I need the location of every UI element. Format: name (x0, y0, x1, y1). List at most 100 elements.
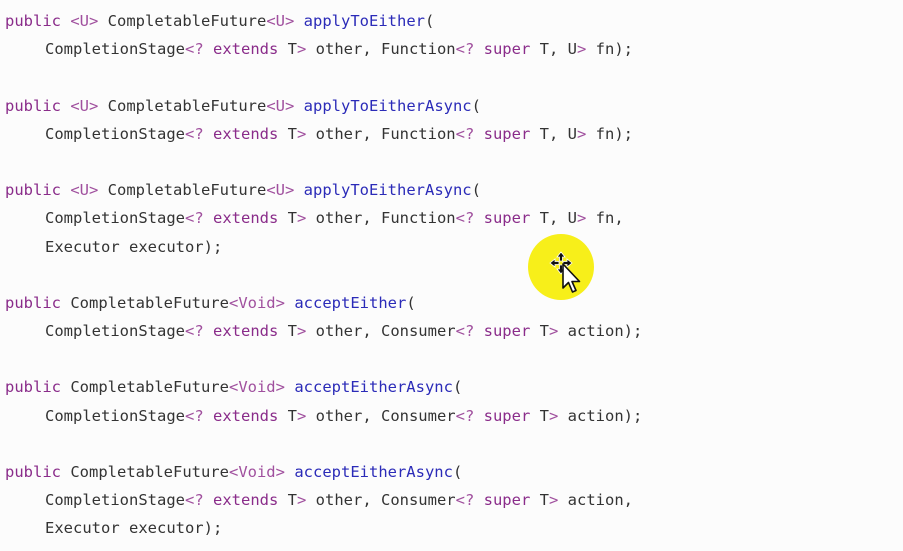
code-text: other, Function (306, 40, 456, 59)
code-type-param: <? (455, 491, 475, 510)
code-type-param: > (296, 406, 307, 425)
code-line-params: CompletionStage<? extends T> other, Cons… (5, 486, 903, 514)
code-text: CompletionStage (45, 491, 185, 510)
code-line-params: CompletionStage<? extends T> other, Cons… (5, 402, 903, 430)
code-keyword: extends (203, 124, 279, 143)
code-keyword: extends (203, 209, 279, 228)
code-text: CompletionStage (45, 40, 185, 59)
code-text: CompletionStage (45, 322, 185, 341)
code-text: T (278, 406, 297, 425)
code-line-params: CompletionStage<? extends T> other, Cons… (5, 317, 903, 345)
code-text: fn); (586, 40, 633, 59)
code-type-param: <Void> (228, 463, 285, 481)
code-text: other, Consumer (306, 406, 456, 425)
code-text: ( (471, 96, 481, 115)
code-type-param: <? (455, 209, 475, 228)
code-type-param: <? (455, 40, 475, 59)
code-line-signature: public <U> CompletableFuture<U> applyToE… (5, 7, 903, 35)
code-text: CompletionStage (45, 406, 185, 425)
code-method-name: applyToEitherAsync (303, 181, 472, 200)
code-type-param: <? (184, 491, 204, 510)
code-text: other, Function (306, 209, 456, 228)
code-text: ( (452, 463, 463, 481)
code-keyword: super (474, 40, 531, 59)
code-keyword: extends (203, 40, 279, 59)
code-text: T (278, 322, 297, 341)
code-method-name: acceptEitherAsync (294, 463, 453, 481)
code-keyword: public (5, 181, 61, 200)
move-cursor-icon (549, 251, 581, 293)
code-text: ( (471, 181, 481, 200)
code-line-params: Executor executor); (5, 514, 903, 542)
code-text: T (278, 491, 297, 510)
code-method-name: applyToEitherAsync (303, 96, 472, 115)
code-type-param: <U> (266, 181, 295, 200)
code-line-signature: public <U> CompletableFuture<U> applyToE… (5, 176, 903, 204)
code-type-param: > (296, 209, 307, 228)
code-text: CompletableFuture (61, 378, 229, 397)
code-type-param: <? (455, 406, 475, 425)
code-type-param: <U> (70, 96, 99, 115)
code-type-param: > (296, 124, 307, 143)
code-listing: public <U> CompletableFuture <U> applyToE… (5, 7, 903, 543)
code-type-param: <? (184, 209, 204, 228)
code-text: T (530, 322, 549, 341)
code-keyword: super (474, 209, 531, 228)
code-type-param: > (296, 40, 307, 59)
code-text: CompletableFuture (61, 293, 229, 312)
code-text: T (278, 209, 297, 228)
code-text: CompletionStage (45, 124, 185, 143)
code-keyword: public (5, 12, 61, 30)
code-line-signature: public CompletableFuture<Void> acceptEit… (5, 373, 903, 401)
code-keyword: public (5, 378, 61, 397)
code-text: fn); (586, 124, 633, 143)
code-keyword: super (474, 491, 531, 510)
code-text: action, (558, 491, 633, 510)
code-line-signature: public <U> CompletableFuture<U> applyToE… (5, 92, 903, 120)
code-text: T (530, 406, 549, 425)
code-text: T (278, 40, 297, 59)
code-text: T (278, 124, 297, 143)
code-type-param: <Void> (228, 293, 285, 312)
code-type-param: > (576, 40, 587, 59)
code-method-name: applyToEither (303, 12, 425, 30)
code-type-param: <? (455, 322, 475, 341)
code-text: fn, (586, 209, 624, 228)
code-text: Executor executor); (45, 237, 223, 256)
code-type-param: > (548, 322, 559, 341)
code-line-params: CompletionStage<? extends T> other, Func… (5, 204, 903, 232)
code-type-param: > (548, 406, 559, 425)
code-line-signature: public CompletableFuture<Void> acceptEit… (5, 458, 903, 486)
code-text: action); (558, 322, 643, 341)
code-keyword: public (5, 96, 61, 115)
code-text: other, Consumer (306, 322, 456, 341)
code-line-signature: public CompletableFuture<Void> acceptEit… (5, 289, 903, 317)
code-line-params: Executor executor); (5, 233, 903, 261)
code-line-params: CompletionStage<? extends T> other, Func… (5, 35, 903, 63)
code-text: ( (425, 12, 435, 30)
code-type-param: <? (184, 322, 204, 341)
code-keyword: extends (203, 406, 279, 425)
code-text: T, U (530, 124, 577, 143)
code-type-param: <U> (266, 12, 295, 30)
code-type-param: <? (184, 124, 204, 143)
code-keyword: super (474, 124, 531, 143)
code-keyword: public (5, 463, 61, 481)
code-method-name: acceptEitherAsync (294, 378, 453, 397)
code-keyword: super (474, 322, 531, 341)
code-text: ( (452, 378, 463, 397)
code-text: T (530, 491, 549, 510)
code-text: other, Consumer (306, 491, 456, 510)
